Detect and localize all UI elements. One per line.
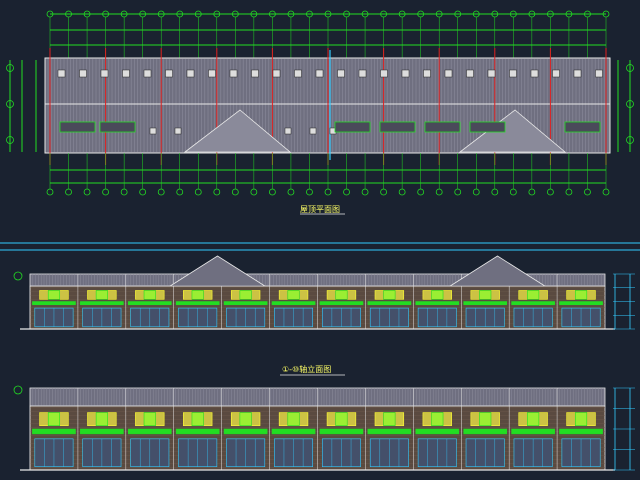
ornament-panel: [47, 412, 61, 427]
dormer: [564, 121, 601, 133]
skylight: [595, 69, 603, 78]
ornament-panel: [574, 290, 588, 300]
ornament-panel: [383, 290, 396, 300]
ornament-panel: [95, 412, 108, 427]
front-elevation-caption: ①-⑩轴立面图: [282, 365, 332, 374]
skylight: [337, 69, 345, 78]
balcony-rail: [32, 428, 76, 435]
skylight: [315, 69, 324, 78]
balcony-rail: [511, 428, 555, 435]
ornament-panel: [335, 412, 348, 427]
balcony-rail: [175, 301, 220, 306]
balcony-rail: [367, 301, 412, 306]
skylight: [251, 69, 259, 78]
skylight: [284, 127, 292, 135]
balcony-rail: [415, 428, 460, 435]
skylight: [380, 69, 388, 78]
dormer: [424, 121, 461, 133]
ornament-panel: [143, 412, 156, 427]
ornament-panel: [47, 290, 61, 300]
dormer: [334, 121, 371, 133]
ornament-panel: [239, 290, 252, 300]
roof-plan-caption: 屋顶平面图: [300, 205, 340, 214]
balcony-rail: [319, 301, 364, 306]
balcony-rail: [415, 301, 460, 306]
balcony-rail: [463, 428, 508, 435]
skylight: [358, 69, 367, 78]
balcony-rail: [367, 428, 412, 435]
skylight: [573, 69, 582, 78]
skylight: [186, 69, 195, 78]
skylight: [229, 69, 238, 78]
cad-drawing-viewport: 屋顶平面图 ①-⑩轴立面图: [0, 0, 640, 480]
skylight: [208, 69, 216, 78]
cad-drawing: [0, 0, 640, 480]
balcony-rail: [80, 428, 124, 435]
balcony-rail: [80, 301, 124, 306]
skylight: [401, 69, 410, 78]
ornament-panel: [431, 290, 444, 300]
ornament-panel: [479, 412, 492, 427]
ornament-panel: [287, 412, 300, 427]
balcony-rail: [271, 428, 316, 435]
skylight: [149, 127, 157, 135]
ornament-panel: [335, 290, 348, 300]
skylight: [509, 69, 517, 78]
skylight: [122, 69, 130, 78]
balcony-rail: [223, 428, 268, 435]
balcony-rail: [32, 301, 76, 306]
ornament-panel: [191, 290, 204, 300]
ornament-panel: [479, 290, 492, 300]
skylight: [100, 69, 109, 78]
skylight: [143, 69, 152, 78]
balcony-rail: [271, 301, 316, 306]
ornament-panel: [191, 412, 204, 427]
dormer: [59, 121, 96, 133]
skylight: [552, 69, 560, 78]
balcony-rail: [511, 301, 555, 306]
skylight: [79, 69, 87, 78]
dormer: [379, 121, 416, 133]
ornament-panel: [143, 290, 156, 300]
balcony-rail: [559, 301, 603, 306]
rear-elevation: [13, 385, 635, 471]
ornament-panel: [287, 290, 300, 300]
ornament-panel: [239, 412, 252, 427]
ornament-panel: [383, 412, 396, 427]
skylight: [57, 69, 66, 78]
skylight: [165, 69, 173, 78]
ornament-panel: [431, 412, 444, 427]
balcony-rail: [559, 428, 603, 435]
balcony-rail: [223, 301, 268, 306]
balcony-rail: [127, 428, 172, 435]
balcony-rail: [463, 301, 508, 306]
ornament-panel: [574, 412, 588, 427]
skylight: [423, 69, 431, 78]
skylight: [174, 127, 182, 135]
dormer: [99, 121, 136, 133]
skylight: [444, 69, 453, 78]
skylight: [309, 127, 317, 135]
dormer: [469, 121, 506, 133]
balcony-rail: [127, 301, 172, 306]
ornament-panel: [527, 290, 540, 300]
balcony-rail: [319, 428, 364, 435]
skylight: [294, 69, 302, 78]
ornament-panel: [95, 290, 108, 300]
balcony-rail: [175, 428, 220, 435]
skylight: [530, 69, 539, 78]
ornament-panel: [527, 412, 540, 427]
skylight: [487, 69, 496, 78]
skylight: [466, 69, 474, 78]
skylight: [272, 69, 281, 78]
